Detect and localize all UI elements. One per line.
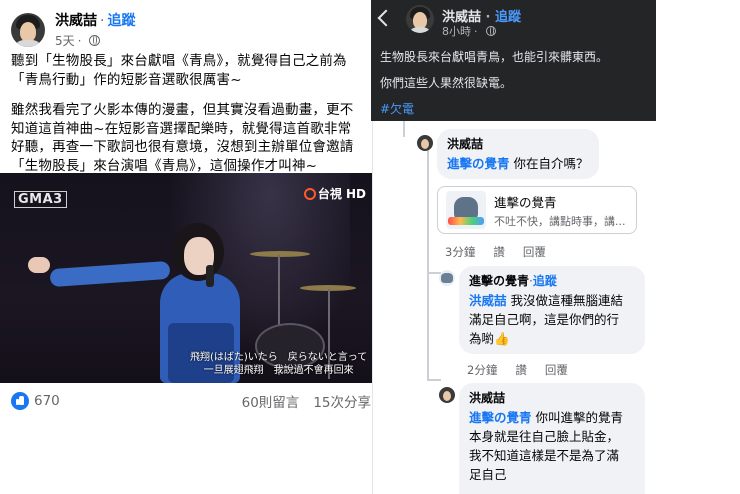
post-time[interactable]: 8小時 xyxy=(442,23,471,39)
comment-text: 為喲 xyxy=(469,331,495,346)
comment-text: 本身就是往自己臉上貼金， xyxy=(469,429,620,444)
separator-dot: · xyxy=(100,13,105,29)
comment-actions: 3分鐘 讚 回覆 xyxy=(445,244,546,260)
thumbs-up-icon: 👍 xyxy=(494,331,510,346)
hashtag-link[interactable]: #欠電 xyxy=(380,100,414,117)
like-icon xyxy=(11,392,29,410)
comment-bubble: 洪威喆 進擊の覺青 你在自介嗎？ xyxy=(437,129,599,179)
mention-link[interactable]: 進擊の覺青 xyxy=(469,410,532,425)
post-stats: 670 60則留言 15次分享 xyxy=(11,391,371,411)
comment-text: 我沒做這種無腦連結 xyxy=(506,293,623,308)
video-subtitles: 飛翔(はばた)いたら 戻らないと言って 一旦展翅飛翔 我說過不會再回來 xyxy=(190,352,368,376)
avatar[interactable] xyxy=(439,270,455,286)
mention-link[interactable]: 進擊の覺青 xyxy=(447,156,510,171)
reaction-count[interactable]: 670 xyxy=(34,393,60,409)
comment-actions: 2分鐘 讚 回覆 xyxy=(467,362,568,378)
comment-text: 你在自介嗎？ xyxy=(509,156,589,171)
comment-thread: 洪威喆 進擊の覺青 你在自介嗎？ 進擊の覺青 不吐不快，講點時事，講... 3分… xyxy=(373,121,740,494)
follow-button[interactable]: 追蹤 xyxy=(533,274,557,288)
post-body: 生物股長來台獻唱青鳥，也能引來髒東西。 你們這些人果然很缺電。 xyxy=(380,48,608,100)
link-card-title: 進擊の覺青 xyxy=(494,194,557,210)
comment-bubble: 洪威喆 進擊の覺青 你叫進擊的覺青 本身就是往自己臉上貼金， 我不知道這樣是不是… xyxy=(459,383,645,494)
author-name[interactable]: 洪威喆 xyxy=(55,10,97,30)
avatar[interactable] xyxy=(406,5,434,33)
comment-author[interactable]: 進擊の覺青 xyxy=(469,274,529,288)
post-time[interactable]: 5天 xyxy=(55,32,75,49)
video-player[interactable]: GMA3 台視 HD 飛翔(はばた)いたら 戻らないと言って 一旦展翅飛翔 我說… xyxy=(0,173,372,383)
comment-text: 足自己 xyxy=(469,467,507,482)
follow-button[interactable]: 追蹤 xyxy=(107,10,135,30)
like-button[interactable]: 讚 xyxy=(515,362,527,378)
post-line: 你們這些人果然很缺電。 xyxy=(380,76,513,90)
share-count[interactable]: 15次分享 xyxy=(313,391,371,411)
mention-link[interactable]: 洪威喆 xyxy=(469,293,507,308)
channel-logo: GMA3 xyxy=(14,191,67,208)
post-paragraph: 聽到「生物股長」來台獻唱《青鳥》，就覺得自己之前為「青鳥行動」作的短影音選歌很厲… xyxy=(11,53,347,88)
like-button[interactable]: 讚 xyxy=(493,244,505,260)
link-card-subtitle: 不吐不快，講點時事，講... xyxy=(494,214,626,228)
comment-text: 我不知道這樣是不是為了滿 xyxy=(469,448,620,463)
right-post: 洪威喆 · 追蹤 8小時 · 生物股長來台獻唱青鳥，也能引來髒東西。 你們這些人… xyxy=(371,0,656,121)
post-body: 聽到「生物股長」來台獻唱《青鳥》，就覺得自己之前為「青鳥行動」作的短影音選歌很厲… xyxy=(11,52,363,187)
comment-bubble: 進擊の覺青·追蹤 洪威喆 我沒做這種無腦連結 滿足自己啊，這是你們的行 為喲👍 xyxy=(459,266,645,354)
globe-icon xyxy=(89,35,101,46)
tv-logo: 台視 HD xyxy=(303,185,366,202)
avatar[interactable] xyxy=(417,135,433,151)
avatar[interactable] xyxy=(11,12,45,47)
reply-button[interactable]: 回覆 xyxy=(545,362,568,378)
comment-time[interactable]: 3分鐘 xyxy=(445,244,475,260)
comment-count[interactable]: 60則留言 xyxy=(242,391,300,411)
comment-text: 滿足自己啊，這是你們的行 xyxy=(469,312,620,327)
back-arrow-icon[interactable] xyxy=(377,9,395,27)
comment-text: 你叫進擊的覺青 xyxy=(531,410,623,425)
avatar[interactable] xyxy=(439,387,455,403)
monster-thumbnail xyxy=(446,191,486,229)
microphone xyxy=(206,265,214,287)
left-post: 洪威喆 · 追蹤 5天 · 聽到「生物股長」來台獻唱《青鳥》，就覺得自己之前為「… xyxy=(0,0,372,494)
post-paragraph: 雖然我看完了火影本傳的漫畫，但其實沒看過動畫，更不知道這首神曲~在短影音選擇配樂… xyxy=(11,102,354,174)
post-header: 洪威喆 · 追蹤 5天 · xyxy=(11,10,135,49)
post-line: 生物股長來台獻唱青鳥，也能引來髒東西。 xyxy=(380,50,609,64)
follow-button[interactable]: 追蹤 xyxy=(495,10,521,25)
comment-author[interactable]: 洪威喆 xyxy=(469,389,635,408)
reply-button[interactable]: 回覆 xyxy=(523,244,546,260)
globe-icon xyxy=(485,26,496,36)
profile-link-card[interactable]: 進擊の覺青 不吐不快，講點時事，講... xyxy=(437,186,637,234)
comment-time[interactable]: 2分鐘 xyxy=(467,362,497,378)
comment-author[interactable]: 洪威喆 xyxy=(447,135,589,154)
tv-logo-icon xyxy=(303,188,316,200)
